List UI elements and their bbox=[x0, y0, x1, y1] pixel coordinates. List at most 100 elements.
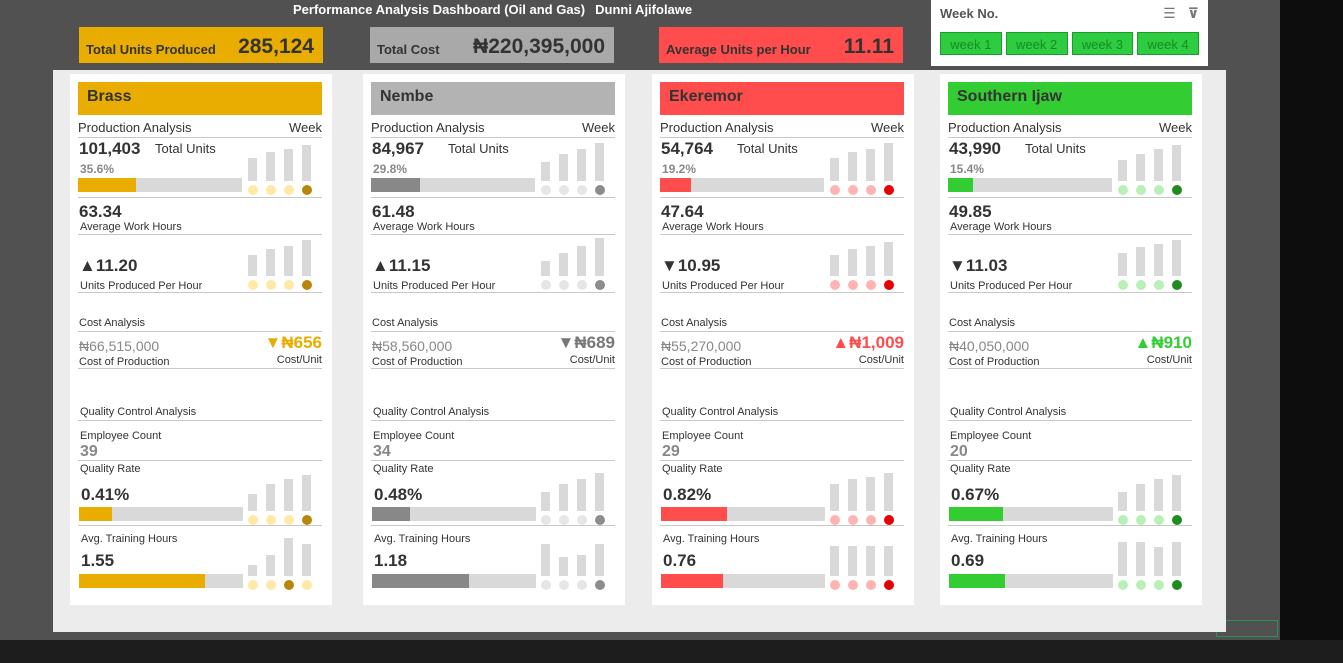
kpi-total-cost: Total Cost ₦220,395,000 bbox=[370, 27, 614, 63]
total-units-label: Total Units bbox=[1025, 141, 1086, 156]
cost-per-unit-label: Cost/Unit bbox=[569, 354, 615, 366]
spark-bar bbox=[577, 246, 586, 276]
avg-training-label: Avg. Training Hours bbox=[951, 533, 1048, 545]
spark-bar bbox=[595, 473, 604, 511]
employee-count-value: 20 bbox=[950, 443, 968, 460]
week-label: Week bbox=[289, 120, 322, 135]
training-bar bbox=[372, 574, 536, 588]
quality-rate-label: Quality Rate bbox=[662, 463, 723, 475]
divider bbox=[948, 368, 1192, 369]
training-bar bbox=[949, 574, 1113, 588]
divider bbox=[948, 420, 1192, 421]
spark-dot bbox=[595, 185, 605, 195]
quality-bar-fill bbox=[372, 507, 411, 521]
spark-dot bbox=[884, 580, 894, 590]
spark-dot bbox=[541, 185, 551, 195]
divider bbox=[660, 525, 904, 526]
divider bbox=[660, 460, 904, 461]
units-per-hour-label: Units Produced Per Hour bbox=[662, 280, 785, 292]
region-header: Ekeremor bbox=[660, 82, 904, 115]
divider bbox=[948, 331, 1192, 332]
spark-dot bbox=[1136, 580, 1146, 590]
divider bbox=[78, 460, 322, 461]
share-percent: 35.6% bbox=[80, 162, 115, 176]
slicer-week-2[interactable]: week 2 bbox=[1005, 32, 1068, 55]
cost-of-production-label: Cost of Production bbox=[661, 356, 752, 368]
divider bbox=[660, 234, 904, 235]
cost-of-production-label: Cost of Production bbox=[79, 356, 170, 368]
spark-dot bbox=[866, 185, 876, 195]
spark-bar bbox=[866, 149, 875, 181]
spark-dot bbox=[1172, 185, 1182, 195]
share-bar bbox=[78, 178, 242, 192]
total-units-label: Total Units bbox=[155, 141, 216, 156]
divider bbox=[948, 460, 1192, 461]
spark-dot bbox=[884, 280, 894, 290]
total-units-value: 43,990 bbox=[949, 139, 1001, 158]
spark-bar bbox=[559, 253, 568, 276]
avg-work-hours-label: Average Work Hours bbox=[950, 221, 1052, 233]
divider bbox=[660, 331, 904, 332]
spark-bar bbox=[1154, 244, 1163, 276]
spark-bar bbox=[866, 246, 875, 276]
spark-bar bbox=[866, 546, 875, 576]
divider bbox=[78, 420, 322, 421]
production-analysis-label: Production Analysis bbox=[660, 120, 774, 135]
spark-dot bbox=[848, 185, 858, 195]
week-slicer[interactable]: Week No. ☰ ⊽ week 1 week 2 week 3 week 4 bbox=[931, 0, 1208, 66]
spark-bar bbox=[284, 479, 293, 511]
spark-bar bbox=[595, 544, 604, 576]
spark-dot bbox=[866, 280, 876, 290]
spark-dot bbox=[284, 580, 294, 590]
quality-analysis-label: Quality Control Analysis bbox=[373, 406, 490, 418]
production-analysis-label: Production Analysis bbox=[78, 120, 192, 135]
spark-dot bbox=[248, 280, 258, 290]
spark-bar bbox=[541, 492, 550, 511]
spark-bar bbox=[1154, 547, 1163, 576]
training-bar-fill bbox=[79, 574, 206, 588]
region-card-brass: Brass Production Analysis Week 101,403 Total… bbox=[70, 74, 332, 605]
spark-dot bbox=[266, 515, 276, 525]
quality-rate-value: 0.48% bbox=[374, 485, 423, 504]
spark-dot bbox=[830, 580, 840, 590]
spark-dot bbox=[284, 280, 294, 290]
slicer-week-1[interactable]: week 1 bbox=[940, 32, 1002, 55]
spark-dot bbox=[866, 515, 876, 525]
divider bbox=[371, 137, 615, 138]
spark-bar bbox=[284, 149, 293, 181]
clear-filter-icon[interactable]: ⊽ bbox=[1188, 5, 1199, 22]
slicer-week-4[interactable]: week 4 bbox=[1137, 32, 1199, 55]
divider bbox=[78, 137, 322, 138]
divider bbox=[78, 331, 322, 332]
spark-bar bbox=[302, 475, 311, 511]
kpi-label: Average Units per Hour bbox=[666, 42, 811, 57]
sheet-edge bbox=[1280, 0, 1343, 640]
uph-sparkline bbox=[1115, 236, 1187, 290]
spark-bar bbox=[1118, 492, 1127, 511]
spark-bar bbox=[302, 240, 311, 276]
quality-rate-value: 0.82% bbox=[663, 485, 712, 504]
spark-dot bbox=[541, 280, 551, 290]
multi-select-icon[interactable]: ☰ bbox=[1163, 5, 1176, 22]
spark-bar bbox=[284, 538, 293, 576]
cost-of-production-value: ₦66,515,000 bbox=[79, 338, 160, 354]
avg-training-label: Avg. Training Hours bbox=[374, 533, 471, 545]
slicer-week-3[interactable]: week 3 bbox=[1071, 32, 1134, 55]
spark-bar bbox=[1136, 247, 1145, 276]
quality-bar bbox=[661, 507, 825, 521]
spark-bar bbox=[577, 149, 586, 181]
divider bbox=[660, 420, 904, 421]
spark-dot bbox=[1118, 185, 1128, 195]
avg-work-hours-label: Average Work Hours bbox=[80, 221, 182, 233]
production-analysis-label: Production Analysis bbox=[371, 120, 485, 135]
divider bbox=[371, 234, 615, 235]
spark-bar bbox=[577, 555, 586, 576]
training-sparkline bbox=[827, 536, 899, 590]
units-sparkline bbox=[827, 141, 899, 195]
spark-dot bbox=[884, 185, 894, 195]
spark-bar bbox=[1118, 160, 1127, 181]
spark-bar bbox=[1136, 484, 1145, 511]
spark-dot bbox=[302, 185, 312, 195]
spark-dot bbox=[266, 580, 276, 590]
spark-bar bbox=[302, 145, 311, 181]
